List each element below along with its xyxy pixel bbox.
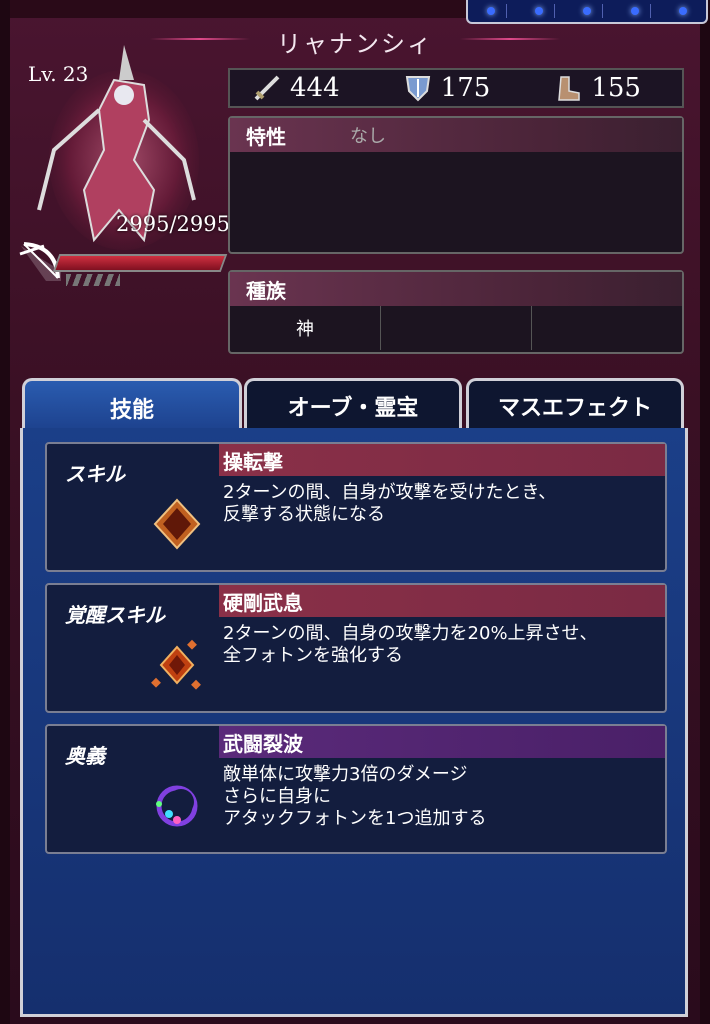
skill-desc-line: アタックフォトンを1つ追加する xyxy=(223,808,487,829)
tab-orb-relic[interactable]: オーブ・霊宝 xyxy=(244,378,462,431)
race-panel: 種族 神 xyxy=(228,270,684,354)
skill-description: 2ターンの間、自身が攻撃を受けたとき、 反撃する状態になる xyxy=(223,482,556,526)
skill-desc-line: 全フォトンを強化する xyxy=(223,645,403,666)
trait-header: 特性 なし xyxy=(230,118,682,152)
defense-stat: 175 xyxy=(403,73,532,103)
trait-value: なし xyxy=(350,126,386,147)
orb-icon xyxy=(620,4,651,18)
attack-value: 444 xyxy=(290,73,340,103)
boot-icon xyxy=(558,76,581,101)
trait-panel: 特性 なし xyxy=(228,116,684,254)
tab-mass-effect[interactable]: マスエフェクト xyxy=(466,378,684,431)
race-cell: 神 xyxy=(230,306,381,350)
skill-desc-line: さらに自身に xyxy=(223,786,331,807)
skill-type-label: 奥義 xyxy=(65,744,105,768)
sword-icon xyxy=(254,75,280,101)
skill-name: 硬剛武息 xyxy=(219,585,665,617)
right-rail xyxy=(700,0,710,1024)
hp-value: 2995/2995 xyxy=(116,212,230,236)
photon-orb-strip xyxy=(466,0,708,24)
skill-card-ougi[interactable]: 奥義 武闘裂波 敵単体に攻撃力3倍のダメージ さらに自身に アタックフォトンを1… xyxy=(45,724,667,854)
orb-icon xyxy=(524,4,556,18)
speed-value: 155 xyxy=(591,73,641,103)
unit-name: リャナンシィ xyxy=(277,30,433,58)
skill-type-label: 覚醒スキル xyxy=(65,603,165,627)
awakened-gem-icon xyxy=(151,639,201,690)
race-cell xyxy=(532,306,682,350)
unit-level: Lv. 23 xyxy=(28,62,89,86)
stat-bar: 444 175 155 xyxy=(228,68,684,108)
skill-desc-line: 2ターンの間、自身の攻撃力を20%上昇させ、 xyxy=(223,623,598,644)
name-decor-line-right xyxy=(460,38,560,40)
skill-gem-icon xyxy=(153,498,201,550)
skill-desc-line: 2ターンの間、自身が攻撃を受けたとき、 xyxy=(223,482,557,503)
hp-bar-fill xyxy=(55,256,225,270)
skill-type-label: スキル xyxy=(65,462,125,486)
speed-stat: 155 xyxy=(553,73,682,103)
skill-description: 2ターンの間、自身の攻撃力を20%上昇させ、 全フォトンを強化する xyxy=(223,623,598,667)
skill-name: 操転撃 xyxy=(219,444,665,476)
race-row: 神 xyxy=(230,306,682,350)
race-label: 種族 xyxy=(246,278,286,303)
orb-icon xyxy=(572,4,603,18)
race-header: 種族 xyxy=(230,272,682,306)
tab-bar: 技能 オーブ・霊宝 マスエフェクト xyxy=(20,378,684,435)
tab-skills[interactable]: 技能 xyxy=(22,378,242,435)
skills-content: スキル 操転撃 2ターンの間、自身が攻撃を受けたとき、 反撃する状態になる 覚醒… xyxy=(20,428,688,1017)
skill-name: 武闘裂波 xyxy=(219,726,665,758)
hp-bar xyxy=(52,254,228,272)
race-cell xyxy=(381,306,532,350)
unit-detail-screen: リャナンシィ Lv. 23 2995/2995 444 175 155 特性 な… xyxy=(0,0,710,1024)
skill-desc-line: 敵単体に攻撃力3倍のダメージ xyxy=(223,764,468,785)
skill-card-awakened[interactable]: 覚醒スキル 硬剛武息 2ターンの間、自身の攻撃力を20%上昇させ、 全フォトンを… xyxy=(45,583,667,713)
sub-gauge xyxy=(66,274,120,286)
attack-stat: 444 xyxy=(252,73,381,103)
skill-card-skill[interactable]: スキル 操転撃 2ターンの間、自身が攻撃を受けたとき、 反撃する状態になる xyxy=(45,442,667,572)
orb-icon xyxy=(476,4,508,18)
trait-label: 特性 xyxy=(246,124,286,149)
shield-icon xyxy=(405,76,430,102)
defense-value: 175 xyxy=(440,73,491,103)
skill-desc-line: 反撃する状態になる xyxy=(223,504,385,525)
left-rail xyxy=(0,0,10,1024)
skill-description: 敵単体に攻撃力3倍のダメージ さらに自身に アタックフォトンを1つ追加する xyxy=(223,764,486,830)
orb-icon xyxy=(668,4,698,18)
crescent-orb-icon xyxy=(156,785,198,827)
